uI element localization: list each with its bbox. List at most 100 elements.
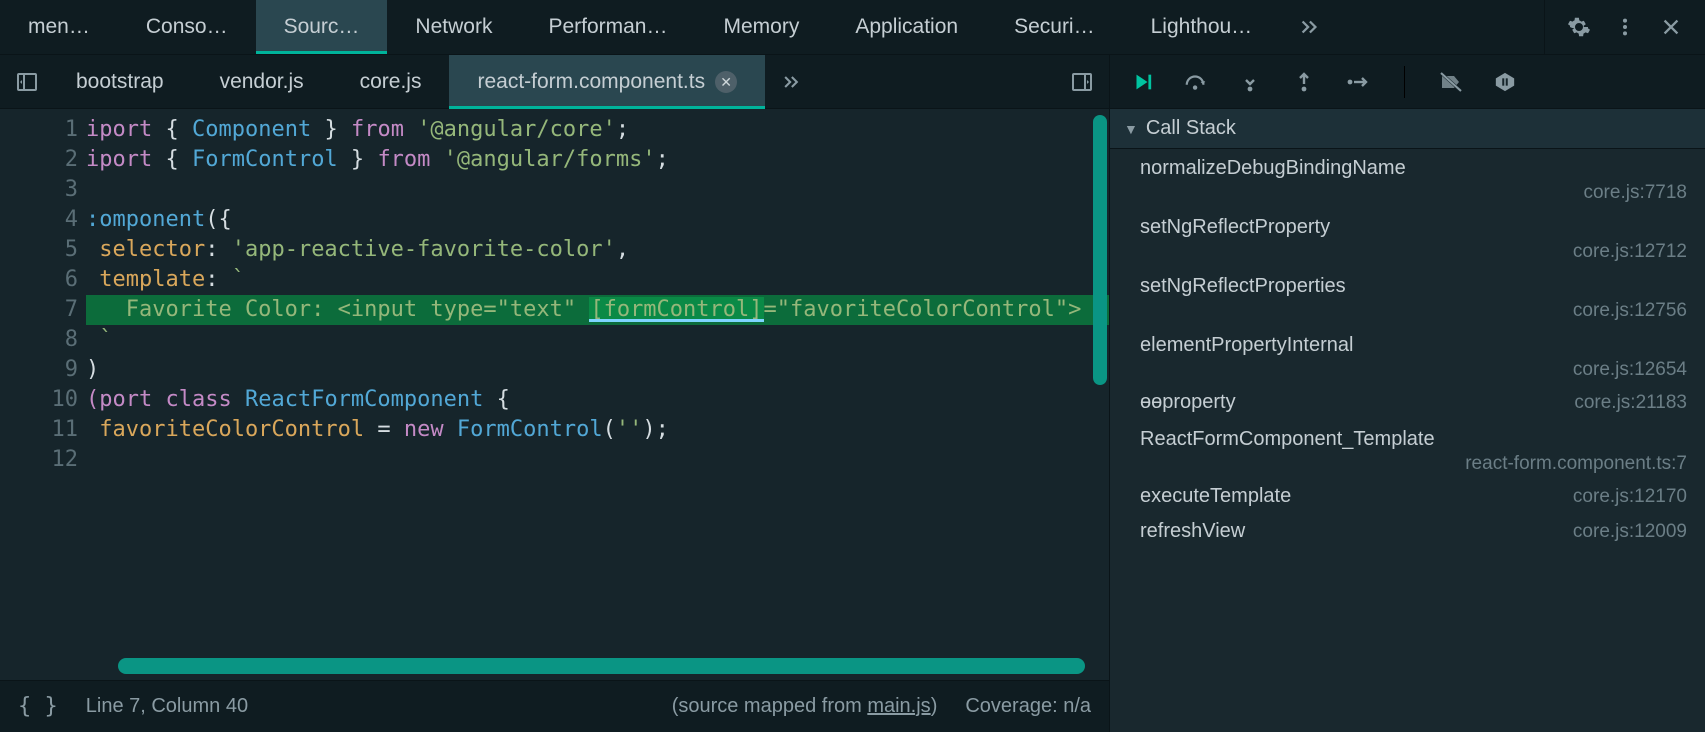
gear-icon[interactable] [1567,15,1591,39]
main-tabs: men…Conso…Sourc…NetworkPerforman…MemoryA… [0,0,1705,55]
code-line[interactable]: 2iport { FormControl } from '@angular/fo… [0,145,1109,175]
file-tabs: bootstrap vendor.js core.js react-form.comp… [0,55,1109,109]
editor-vertical-scrollbar[interactable] [1093,115,1107,385]
code-line[interactable]: 5 selector: 'app-reactive-favorite-color… [0,235,1109,265]
pretty-print-icon[interactable]: { } [18,694,58,719]
stack-frame-location[interactable]: core.js:21183 [1574,392,1687,414]
line-number[interactable]: 3 [0,175,86,205]
code-content: ) [86,355,1109,385]
call-stack-title: Call Stack [1146,117,1236,140]
stack-frame-location[interactable]: core.js:12170 [1573,486,1687,508]
debugger-panel: ▼ Call Stack normalizeDebugBindingNameco… [1110,55,1705,732]
stack-frame[interactable]: elementPropertyInternal [1110,326,1705,361]
source-map-origin-link[interactable]: main.js [867,695,930,717]
navigator-toggle-icon[interactable] [6,55,48,108]
line-number[interactable]: 10 [0,385,86,415]
line-number[interactable]: 12 [0,445,86,475]
line-number[interactable]: 8 [0,325,86,355]
code-editor[interactable]: 1iport { Component } from '@angular/core… [0,109,1109,680]
code-line[interactable]: 3 [0,175,1109,205]
file-tab-react-form-component-ts[interactable]: react-form.component.ts ✕ [449,55,765,108]
resume-icon[interactable] [1130,70,1154,94]
tab-conso[interactable]: Conso… [118,0,256,54]
editor-horizontal-scrollbar[interactable] [118,658,1085,674]
tab-men[interactable]: men… [0,0,118,54]
code-content: :omponent({ [86,205,1109,235]
code-content [86,445,1109,475]
stack-frame[interactable]: executeTemplate core.js:12170 [1110,479,1705,514]
stack-frame-name: executeTemplate [1140,485,1291,508]
stack-frame-name: refreshView [1140,520,1245,543]
code-line[interactable]: 7 Favorite Color: <input type="text" [fo… [0,295,1109,325]
tab-performan[interactable]: Performan… [520,0,695,54]
stack-frame-location[interactable]: core.js:12654 [1110,359,1705,381]
code-line[interactable]: 12 [0,445,1109,475]
file-tab-vendor-js[interactable]: vendor.js [192,55,332,108]
line-number[interactable]: 9 [0,355,86,385]
code-content: iport { FormControl } from '@angular/for… [86,145,1109,175]
stack-frame[interactable]: setNgReflectProperties [1110,267,1705,302]
line-number[interactable]: 11 [0,415,86,445]
code-content: template: ` [86,265,1109,295]
coverage-label: Coverage: n/a [965,695,1091,718]
source-mapped-label: (source mapped from main.js) [672,695,938,718]
pause-on-exceptions-icon[interactable] [1493,70,1517,94]
step-out-icon[interactable] [1292,70,1316,94]
stack-frame-location[interactable]: core.js:12712 [1110,241,1705,263]
code-line[interactable]: 4:omponent({ [0,205,1109,235]
stack-frame-location[interactable]: core.js:7718 [1110,182,1705,204]
sources-panel: bootstrap vendor.js core.js react-form.comp… [0,55,1110,732]
code-line[interactable]: 9) [0,355,1109,385]
tab-sourc[interactable]: Sourc… [256,0,388,54]
step-into-icon[interactable] [1238,70,1262,94]
file-tab-core-js[interactable]: core.js [332,55,450,108]
stack-frame[interactable]: setNgReflectProperty [1110,208,1705,243]
tab-securi[interactable]: Securi… [986,0,1123,54]
step-over-icon[interactable] [1184,70,1208,94]
status-bar: { } Line 7, Column 40 (source mapped fro… [0,680,1109,732]
tab-memory[interactable]: Memory [696,0,828,54]
collapse-triangle-icon: ▼ [1124,121,1138,137]
file-tab-label: react-form.component.ts [477,70,705,94]
code-line[interactable]: 11 favoriteColorControl = new FormContro… [0,415,1109,445]
deactivate-breakpoints-icon[interactable] [1439,70,1463,94]
stack-frame-location[interactable]: core.js:12756 [1110,300,1705,322]
code-line[interactable]: 8 ` [0,325,1109,355]
call-stack-header[interactable]: ▼ Call Stack [1110,109,1705,149]
file-tab-label: core.js [360,70,422,94]
stack-frame[interactable]: ReactFormComponent_Template [1110,420,1705,455]
stack-frame[interactable]: ɵɵproperty core.js:21183 [1110,385,1705,420]
code-content: (port class ReactFormComponent { [86,385,1109,415]
code-line[interactable]: 10(port class ReactFormComponent { [0,385,1109,415]
more-file-tabs-icon[interactable] [765,72,817,92]
file-tab-label: bootstrap [76,70,164,94]
stack-frame-location[interactable]: react-form.component.ts:7 [1110,453,1705,475]
debugger-toggle-icon[interactable] [1061,55,1103,108]
more-tabs-icon[interactable] [1280,0,1338,54]
line-number[interactable]: 6 [0,265,86,295]
close-icon[interactable]: ✕ [715,71,737,93]
tab-network[interactable]: Network [387,0,520,54]
line-number[interactable]: 4 [0,205,86,235]
file-tab-bootstrap[interactable]: bootstrap [48,55,192,108]
code-content: iport { Component } from '@angular/core'… [86,115,1109,145]
code-line[interactable]: 6 template: ` [0,265,1109,295]
code-content: ` [86,325,1109,355]
stack-frame-name: ɵɵproperty [1140,391,1236,414]
code-content: selector: 'app-reactive-favorite-color', [86,235,1109,265]
code-line[interactable]: 1iport { Component } from '@angular/core… [0,115,1109,145]
step-icon[interactable] [1346,70,1370,94]
kebab-icon[interactable] [1613,15,1637,39]
tab-application[interactable]: Application [827,0,986,54]
line-number[interactable]: 7 [0,295,86,325]
line-number[interactable]: 1 [0,115,86,145]
code-content: Favorite Color: <input type="text" [form… [86,295,1109,325]
stack-frame[interactable]: refreshView core.js:12009 [1110,514,1705,549]
close-devtools-icon[interactable] [1659,15,1683,39]
stack-frame[interactable]: normalizeDebugBindingName [1110,149,1705,184]
tab-lighthou[interactable]: Lighthou… [1123,0,1281,54]
devtools-toolbar [1544,0,1705,54]
line-number[interactable]: 5 [0,235,86,265]
line-number[interactable]: 2 [0,145,86,175]
stack-frame-location[interactable]: core.js:12009 [1573,521,1687,543]
